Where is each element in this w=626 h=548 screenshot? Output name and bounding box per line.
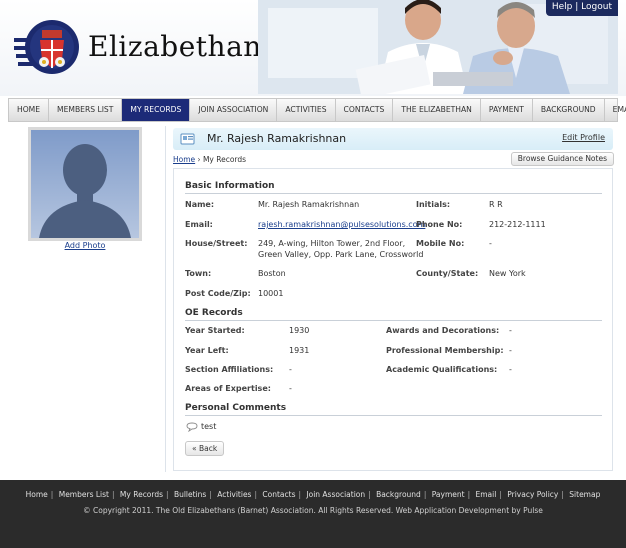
areas-of-expertise-label: Areas of Expertise: (185, 384, 271, 393)
year-left-label: Year Left: (185, 346, 229, 355)
browse-guidance-notes-button[interactable]: Browse Guidance Notes (510, 152, 614, 166)
year-left-value: 1931 (289, 346, 310, 355)
initials-label: Initials: (416, 200, 451, 209)
footer-link-sitemap[interactable]: Sitemap (569, 490, 600, 499)
nav-members-list[interactable]: MEMBERS LIST (49, 99, 123, 121)
awards-value: - (509, 326, 512, 335)
footer-links: Home | Members List | My Records | Bulletin… (25, 490, 601, 499)
basic-information-heading: Basic Information (185, 181, 602, 194)
crest-logo-icon[interactable] (14, 16, 80, 78)
profile-title-bar: Mr. Rajesh Ramakrishnan Edit Profile (173, 128, 613, 150)
footer-link-email[interactable]: Email (476, 490, 497, 499)
nav-payment[interactable]: PAYMENT (481, 99, 533, 121)
email-link[interactable]: rajesh.ramakrishnan@pulsesolutions.com (258, 220, 425, 230)
breadcrumb: Home › My Records (173, 155, 246, 164)
nav-activities[interactable]: ACTIVITIES (277, 99, 336, 121)
year-started-label: Year Started: (185, 326, 245, 335)
nav-home[interactable]: HOME (9, 99, 50, 121)
site-footer: Home | Members List | My Records | Bulletin… (0, 480, 626, 548)
footer-link-activities[interactable]: Activities (217, 490, 251, 499)
town-label: Town: (185, 269, 212, 278)
mobile-label: Mobile No: (416, 239, 465, 248)
breadcrumb-current: My Records (202, 155, 247, 164)
professional-membership-label: Professional Membership: (386, 346, 504, 355)
oe-records-heading: OE Records (185, 308, 602, 321)
edit-profile-link[interactable]: Edit Profile (562, 133, 605, 142)
nav-the-elizabethan[interactable]: THE ELIZABETHAN (393, 99, 481, 121)
house-street-label: House/Street: (185, 239, 248, 248)
phone-value: 212-212-1111 (489, 220, 546, 229)
academic-qualifications-value: - (509, 365, 512, 374)
awards-label: Awards and Decorations: (386, 326, 500, 335)
footer-link-members-list[interactable]: Members List (59, 490, 109, 499)
nav-background[interactable]: BACKGROUND (533, 99, 605, 121)
footer-link-payment[interactable]: Payment (432, 490, 465, 499)
email-label: Email: (185, 220, 213, 229)
footer-link-bulletins[interactable]: Bulletins (174, 490, 206, 499)
nav-email[interactable]: EMAIL (605, 99, 626, 121)
postcode-value: 10001 (258, 289, 284, 298)
section-affiliations-value: - (289, 365, 292, 374)
footer-link-privacy-policy[interactable]: Privacy Policy (507, 490, 558, 499)
personal-comments-text: test (201, 422, 217, 431)
house-street-line1: 249, A-wing, Hilton Tower, 2nd Floor, (258, 239, 406, 248)
nav-join-association[interactable]: JOIN ASSOCIATION (190, 99, 278, 121)
back-button[interactable]: « Back (185, 441, 225, 456)
site-header: Elizabethans Help | Logout (0, 0, 626, 96)
user-links-bar: Help | Logout (545, 0, 618, 16)
footer-link-contacts[interactable]: Contacts (262, 490, 295, 499)
name-value: Mr. Rajesh Ramakrishnan (258, 200, 360, 209)
profile-card-icon (180, 133, 195, 145)
county-state-label: County/State: (416, 269, 479, 278)
mobile-value: - (489, 239, 492, 248)
breadcrumb-separator: › (197, 155, 201, 164)
footer-link-join-association[interactable]: Join Association (306, 490, 365, 499)
nav-contacts[interactable]: CONTACTS (336, 99, 394, 121)
person-silhouette-icon (39, 144, 131, 238)
userbar-separator: | (575, 2, 579, 12)
professional-membership-value: - (509, 346, 512, 355)
avatar (28, 127, 142, 241)
town-value: Boston (258, 269, 286, 278)
house-street-line2: Green Valley, Opp. Park Lane, Crossworld (258, 250, 424, 259)
copyright-text: © Copyright 2011. The Old Elizabethans (… (83, 506, 543, 515)
profile-sidebar: Add Photo (8, 126, 166, 472)
section-affiliations-label: Section Affiliations: (185, 365, 274, 374)
main-nav: HOME MEMBERS LIST MY RECORDS JOIN ASSOCI… (8, 98, 626, 122)
comment-bubble-icon (186, 422, 198, 432)
academic-qualifications-label: Academic Qualifications: (386, 365, 498, 374)
name-label: Name: (185, 200, 215, 209)
add-photo-link[interactable]: Add Photo (8, 241, 162, 250)
page-title: Mr. Rajesh Ramakrishnan (207, 132, 347, 145)
help-link[interactable]: Help (552, 2, 573, 12)
records-panel: Basic Information Name: Mr. Rajesh Ramak… (173, 168, 613, 471)
areas-of-expertise-value: - (289, 384, 292, 393)
footer-link-background[interactable]: Background (376, 490, 421, 499)
personal-comments-heading: Personal Comments (185, 403, 602, 416)
nav-my-records[interactable]: MY RECORDS (122, 99, 191, 121)
phone-label: Phone No: (416, 220, 463, 229)
footer-link-my-records[interactable]: My Records (120, 490, 163, 499)
initials-value: R R (489, 200, 503, 209)
breadcrumb-home-link[interactable]: Home (173, 155, 195, 164)
logout-link[interactable]: Logout (581, 2, 612, 12)
postcode-label: Post Code/Zip: (185, 289, 251, 298)
brand-name[interactable]: Elizabethans (88, 30, 277, 63)
county-state-value: New York (489, 269, 526, 278)
year-started-value: 1930 (289, 326, 310, 335)
footer-link-home[interactable]: Home (26, 490, 48, 499)
